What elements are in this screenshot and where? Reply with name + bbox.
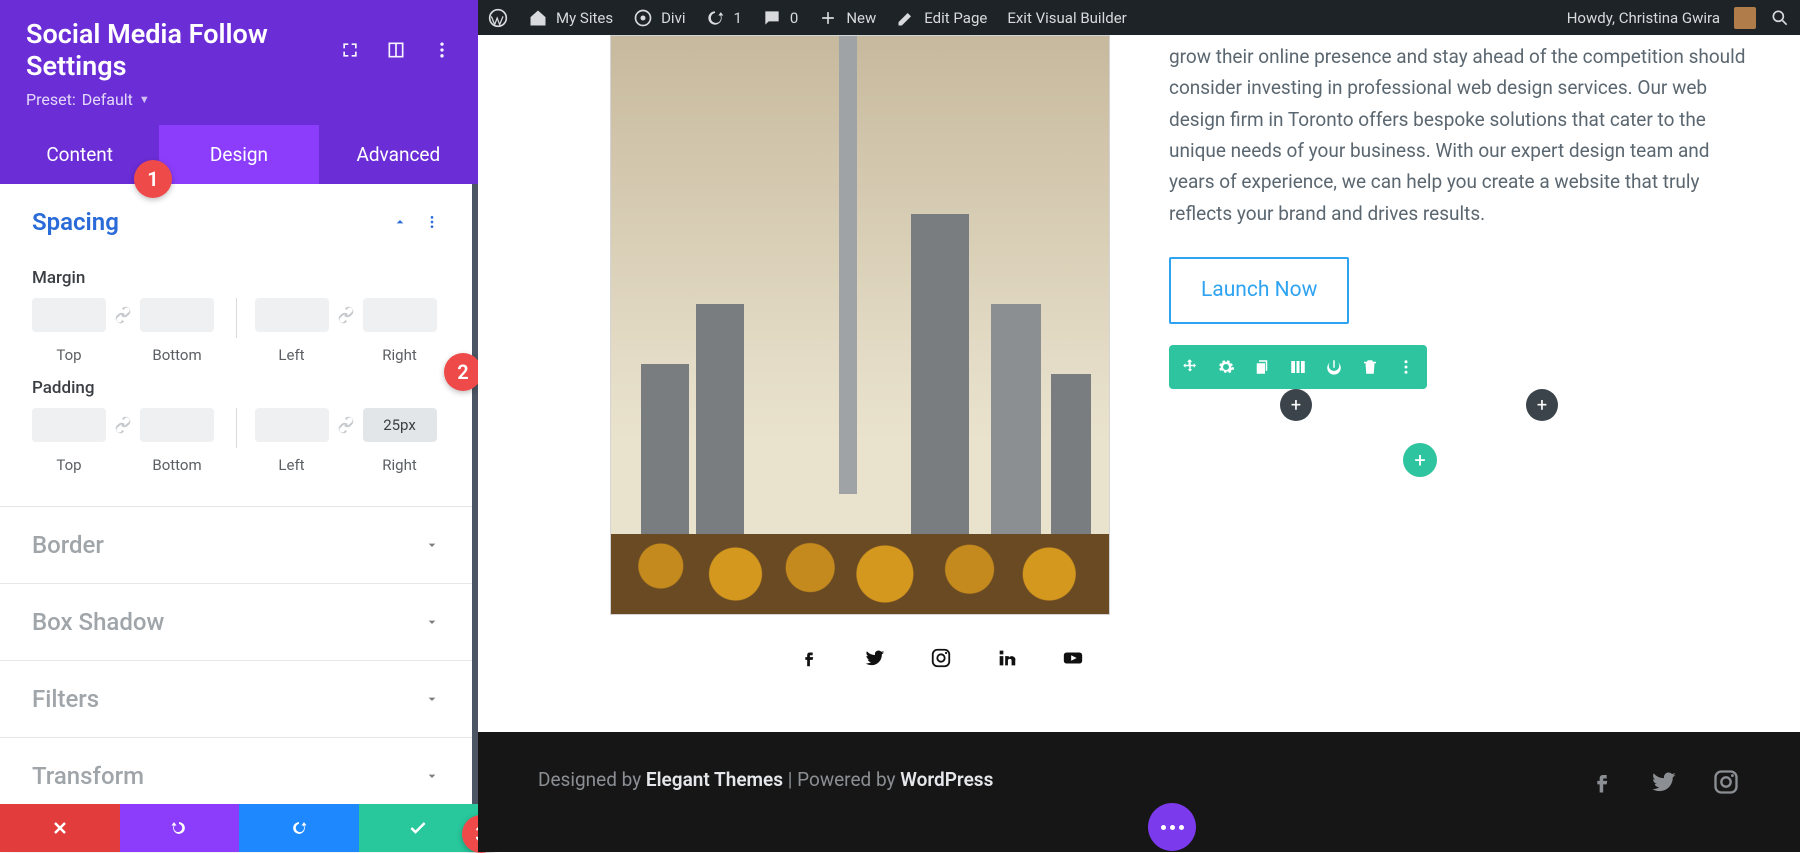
- search-icon[interactable]: [1770, 8, 1790, 28]
- cancel-button[interactable]: [0, 804, 120, 852]
- padding-left-input[interactable]: [255, 408, 329, 442]
- section-spacing: Spacing Margin: [0, 184, 472, 507]
- preset-value: Default: [82, 90, 133, 109]
- chevron-down-icon: [424, 537, 440, 553]
- social-icons: [798, 647, 1084, 669]
- howdy-text[interactable]: Howdy, Christina Gwira: [1567, 9, 1720, 27]
- body-copy: grow their online presence and stay ahea…: [1169, 41, 1746, 324]
- section-spacing-header[interactable]: Spacing: [0, 184, 472, 260]
- margin-right-input[interactable]: [363, 298, 437, 332]
- move-icon[interactable]: [1181, 358, 1199, 376]
- power-icon[interactable]: [1325, 358, 1343, 376]
- margin-left-input[interactable]: [255, 298, 329, 332]
- add-module-button[interactable]: +: [1280, 389, 1312, 421]
- section-border-header[interactable]: Border: [0, 507, 472, 583]
- expand-icon[interactable]: [340, 40, 360, 60]
- my-sites-link[interactable]: My Sites: [528, 8, 613, 28]
- padding-bottom-input[interactable]: [140, 408, 214, 442]
- avatar[interactable]: [1734, 7, 1756, 29]
- dim-left-label: Left: [255, 346, 329, 364]
- chevron-down-icon: [424, 691, 440, 707]
- comments-link[interactable]: 0: [762, 8, 798, 28]
- undo-button[interactable]: [120, 804, 240, 852]
- trash-icon[interactable]: [1361, 358, 1379, 376]
- annotation-badge-2: 2: [444, 353, 482, 391]
- margin-top-input[interactable]: [32, 298, 106, 332]
- wp-logo-icon[interactable]: [488, 8, 508, 28]
- wp-admin-bar: My Sites Divi 1 0 New Edit Page Exit Vis…: [478, 0, 1800, 35]
- redo-button[interactable]: [239, 804, 359, 852]
- footer-mid: | Powered by: [783, 768, 900, 791]
- settings-sidebar: Social Media Follow Settings Preset: Def…: [0, 0, 478, 852]
- dim-right-label: Right: [363, 346, 437, 364]
- sidebar-footer: [0, 804, 478, 852]
- tab-advanced[interactable]: Advanced: [319, 125, 478, 184]
- more-vertical-icon[interactable]: [432, 40, 452, 60]
- duplicate-icon[interactable]: [1253, 358, 1271, 376]
- padding-top-input[interactable]: [32, 408, 106, 442]
- edit-page-link[interactable]: Edit Page: [896, 8, 987, 28]
- dim-divider: [236, 298, 237, 338]
- link-icon[interactable]: [335, 304, 357, 326]
- padding-label: Padding: [32, 378, 440, 398]
- sidebar-header: Social Media Follow Settings Preset: Def…: [0, 0, 478, 125]
- launch-button[interactable]: Launch Now: [1169, 257, 1349, 324]
- annotation-badge-1: 1: [134, 160, 172, 198]
- settings-title: Social Media Follow Settings: [26, 18, 340, 82]
- facebook-icon[interactable]: [1588, 768, 1616, 796]
- sidebar-body: Spacing Margin: [0, 184, 478, 804]
- add-row-button[interactable]: +: [1403, 443, 1437, 477]
- settings-tabs: Content Design Advanced: [0, 125, 478, 184]
- margin-bottom-input[interactable]: [140, 298, 214, 332]
- theme-link[interactable]: Divi: [633, 8, 685, 28]
- preset-prefix: Preset:: [26, 90, 76, 109]
- instagram-icon[interactable]: [1712, 768, 1740, 796]
- more-vertical-icon[interactable]: [1397, 358, 1415, 376]
- new-link[interactable]: New: [818, 8, 876, 28]
- chevron-up-icon: [392, 214, 408, 230]
- padding-right-input[interactable]: [363, 408, 437, 442]
- paragraph: grow their online presence and stay ahea…: [1169, 41, 1746, 229]
- main-area: My Sites Divi 1 0 New Edit Page Exit Vis…: [478, 0, 1800, 852]
- caret-down-icon: ▼: [139, 93, 150, 106]
- section-boxshadow-header[interactable]: Box Shadow: [0, 584, 472, 660]
- section-spacing-title: Spacing: [32, 208, 119, 236]
- gear-icon[interactable]: [1217, 358, 1235, 376]
- footer-wp[interactable]: WordPress: [900, 768, 993, 791]
- save-button[interactable]: [359, 804, 479, 852]
- dim-top-label: Top: [32, 346, 106, 364]
- preset-selector[interactable]: Preset: Default ▼: [26, 90, 452, 109]
- instagram-icon[interactable]: [930, 647, 952, 669]
- columns-icon[interactable]: [1289, 358, 1307, 376]
- hero-image: [610, 35, 1110, 615]
- site-footer: Designed by Elegant Themes | Powered by …: [478, 732, 1800, 852]
- footer-pre: Designed by: [538, 768, 646, 791]
- section-more-icon[interactable]: [424, 214, 440, 230]
- section-transform-header[interactable]: Transform: [0, 738, 472, 804]
- link-icon[interactable]: [335, 414, 357, 436]
- tab-design[interactable]: Design: [159, 125, 318, 184]
- module-toolbar: [1169, 345, 1427, 389]
- dim-bottom-label: Bottom: [140, 346, 214, 364]
- section-filters-header[interactable]: Filters: [0, 661, 472, 737]
- twitter-icon[interactable]: [1650, 768, 1678, 796]
- linkedin-icon[interactable]: [996, 647, 1018, 669]
- updates-link[interactable]: 1: [705, 8, 741, 28]
- page-preview: grow their online presence and stay ahea…: [478, 35, 1800, 852]
- twitter-icon[interactable]: [864, 647, 886, 669]
- link-icon[interactable]: [112, 414, 134, 436]
- link-icon[interactable]: [112, 304, 134, 326]
- layout-icon[interactable]: [386, 40, 406, 60]
- chevron-down-icon: [424, 614, 440, 630]
- margin-label: Margin: [32, 268, 440, 288]
- chevron-down-icon: [424, 768, 440, 784]
- exit-visual-builder-link[interactable]: Exit Visual Builder: [1007, 9, 1126, 27]
- add-module-button[interactable]: +: [1526, 389, 1558, 421]
- dim-divider: [236, 408, 237, 448]
- builder-fab[interactable]: [1148, 803, 1196, 851]
- facebook-icon[interactable]: [798, 647, 820, 669]
- spacing-content: Margin Top Bottom: [0, 268, 472, 506]
- footer-brand[interactable]: Elegant Themes: [646, 768, 783, 791]
- youtube-icon[interactable]: [1062, 647, 1084, 669]
